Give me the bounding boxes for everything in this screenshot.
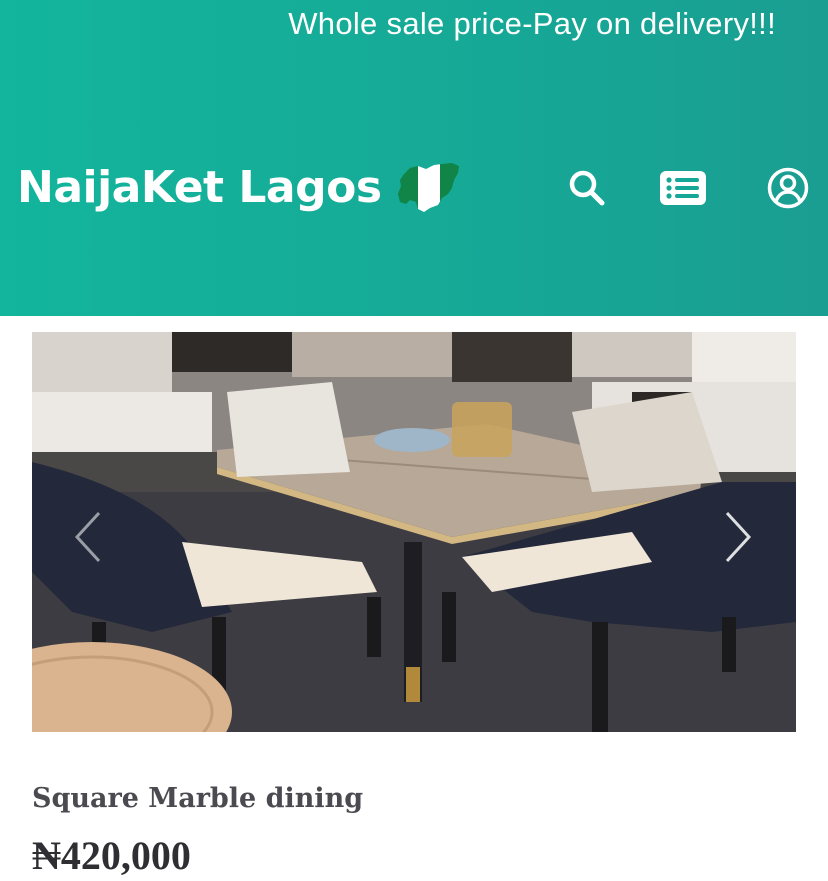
search-button[interactable] <box>563 164 611 212</box>
search-icon <box>569 170 605 206</box>
account-button[interactable] <box>764 164 812 212</box>
brand-logo-link[interactable]: NaijaKet Lagos <box>17 160 462 214</box>
chevron-left-icon <box>74 511 101 563</box>
product-price: ₦420,000 <box>32 833 191 878</box>
nigeria-flag-map-icon <box>397 163 459 212</box>
chevron-right-icon <box>725 511 752 563</box>
carousel-next-button[interactable] <box>718 507 758 567</box>
menu-list-button[interactable] <box>659 164 707 212</box>
site-header: Whole sale price-Pay on delivery!!! Naij… <box>0 0 828 316</box>
product-title: Square Marble dining <box>32 783 364 814</box>
announcement-banner: Whole sale price-Pay on delivery!!! <box>288 6 776 41</box>
product-photo <box>32 332 796 732</box>
carousel-prev-button[interactable] <box>68 507 108 567</box>
product-image-carousel[interactable] <box>32 332 796 732</box>
account-icon <box>767 167 809 209</box>
brand-name: NaijaKet Lagos <box>17 161 382 213</box>
menu-list-icon <box>660 171 706 205</box>
